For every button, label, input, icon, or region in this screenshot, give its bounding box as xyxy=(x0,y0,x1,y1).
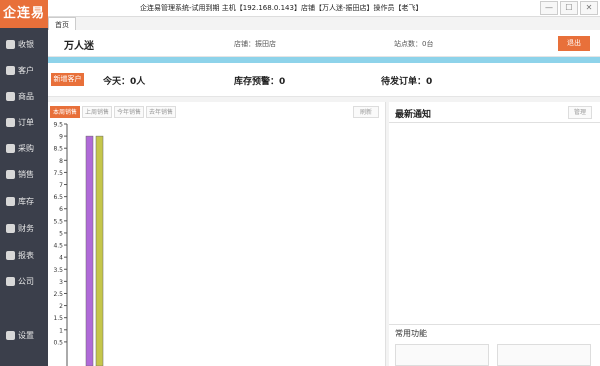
inventory-icon xyxy=(6,196,15,206)
maximize-icon[interactable]: ☐ xyxy=(560,1,578,15)
period-buttons: 本周销售 上周销售 今年销售 去年销售 xyxy=(50,106,177,118)
notice-title: 最新通知 xyxy=(395,110,432,120)
sidebar-item-label: 收银 xyxy=(18,39,34,49)
y-tick-label: 6 xyxy=(59,206,63,213)
notice-divider xyxy=(389,122,600,123)
sidebar-item-label: 商品 xyxy=(18,91,34,101)
app-window: 企连易管理系统-试用到期 主机【192.168.0.143】店铺【万人迷-振田店… xyxy=(0,0,600,366)
sidebar-item-sales[interactable]: 销售 xyxy=(0,164,48,184)
sidebar-item-finance[interactable]: 财务 xyxy=(0,218,48,238)
y-tick-label: 9 xyxy=(59,134,63,141)
sidebar-item-label: 客户 xyxy=(18,65,34,75)
functions-title: 常用功能 xyxy=(395,329,427,338)
this-week-button[interactable]: 本周销售 xyxy=(50,106,81,118)
sales-chart-panel: 本周销售 上周销售 今年销售 去年销售 刷新 9.5 9 8.5 8 7.5 7 6.5 6 5… xyxy=(48,102,386,366)
report-icon xyxy=(6,250,15,260)
refresh-button[interactable]: 刷新 xyxy=(353,106,379,118)
y-tick-label: 6.5 xyxy=(53,194,63,201)
exit-button[interactable]: 退出 xyxy=(558,36,590,51)
sidebar-item-inventory[interactable]: 库存 xyxy=(0,191,48,211)
y-tick-label: 8 xyxy=(59,158,63,165)
cashier-icon xyxy=(6,39,15,49)
y-tick-label: 8.5 xyxy=(53,146,63,153)
add-customer-button[interactable]: 新增客户 xyxy=(51,73,84,86)
company-icon xyxy=(6,276,15,286)
manage-button[interactable]: 管理 xyxy=(568,106,592,119)
sidebar-item-label: 公司 xyxy=(18,276,34,286)
order-icon xyxy=(6,117,15,127)
y-tick-label: 1.5 xyxy=(53,315,63,322)
y-tick-label: 3.5 xyxy=(53,267,63,274)
sales-bar-chart: 9.5 9 8.5 8 7.5 7 6.5 6 5.5 5 4.5 4 3.5 3 2.5 2 1.5 1 0.5 xyxy=(53,122,104,366)
sidebar-item-label: 订单 xyxy=(18,117,34,127)
window-controls: — ☐ ✕ xyxy=(540,1,598,15)
y-tick-label: 7.5 xyxy=(53,170,63,177)
pending-orders[interactable]: 待发订单：0 xyxy=(381,74,432,87)
finance-icon xyxy=(6,223,15,233)
cart-icon xyxy=(6,143,15,153)
sidebar-item-goods[interactable]: 商品 xyxy=(0,86,48,106)
y-tick-label: 4.5 xyxy=(53,243,63,250)
y-tick-label: 2.5 xyxy=(53,291,63,298)
today-customers: 今天：0人 xyxy=(103,77,146,87)
last-year-button[interactable]: 去年销售 xyxy=(146,106,177,118)
y-tick-label: 5 xyxy=(59,230,63,237)
y-tick-label: 1 xyxy=(59,327,63,334)
y-tick-label: 7 xyxy=(59,182,63,189)
tab-home[interactable]: 首页 xyxy=(48,17,76,30)
window-title: 企连易管理系统-试用到期 主机【192.168.0.143】店铺【万人迷-振田店… xyxy=(140,4,423,12)
sidebar-item-report[interactable]: 报表 xyxy=(0,245,48,265)
minimize-icon[interactable]: — xyxy=(540,1,558,15)
function-card[interactable] xyxy=(395,344,489,366)
sidebar-item-customer[interactable]: 客户 xyxy=(0,60,48,80)
sidebar-item-order[interactable]: 订单 xyxy=(0,112,48,132)
sidebar-item-label: 财务 xyxy=(18,223,34,233)
y-tick-label: 5.5 xyxy=(53,218,63,225)
sidebar-item-label: 设置 xyxy=(18,330,34,340)
y-tick-label: 0.5 xyxy=(53,339,63,346)
last-week-button[interactable]: 上周销售 xyxy=(82,106,113,118)
store-header: 万人迷 店铺：振田店 站点数：0台 退出 xyxy=(48,30,600,57)
chart-bar xyxy=(95,135,104,366)
company-name: 万人迷 xyxy=(64,41,94,52)
stats-row: 新增客户 今天：0人 库存预警：0 待发订单：0 xyxy=(48,63,600,97)
goods-icon xyxy=(6,91,15,101)
y-tick-label: 2 xyxy=(59,303,63,310)
sidebar-item-settings[interactable]: 设置 xyxy=(0,325,48,345)
sidebar: 企连易 收银 客户 商品 订单 采购 销售 库存 财务 报表 公司 设置 xyxy=(0,0,48,366)
title-bar: 企连易管理系统-试用到期 主机【192.168.0.143】店铺【万人迷-振田店… xyxy=(0,0,600,17)
chart-bar xyxy=(85,135,94,366)
sales-icon xyxy=(6,169,15,179)
y-tick-label: 3 xyxy=(59,279,63,286)
notice-panel: 最新通知 管理 常用功能 xyxy=(389,102,600,366)
sidebar-item-purchase[interactable]: 采购 xyxy=(0,138,48,158)
customer-icon xyxy=(6,65,15,75)
functions-divider xyxy=(389,324,600,325)
sidebar-item-label: 销售 xyxy=(18,169,34,179)
close-icon[interactable]: ✕ xyxy=(580,1,598,15)
y-tick-label: 4 xyxy=(59,255,63,262)
stock-warning[interactable]: 库存预警：0 xyxy=(234,74,285,87)
sidebar-item-label: 库存 xyxy=(18,196,34,206)
app-logo: 企连易 xyxy=(0,0,48,28)
function-card[interactable] xyxy=(497,344,591,366)
sidebar-item-company[interactable]: 公司 xyxy=(0,271,48,291)
tab-bar: 首页 xyxy=(48,17,76,30)
site-count: 站点数：0台 xyxy=(394,40,434,48)
sidebar-item-label: 报表 xyxy=(18,250,34,260)
this-year-button[interactable]: 今年销售 xyxy=(114,106,145,118)
gear-icon xyxy=(6,330,15,340)
store-name: 店铺：振田店 xyxy=(234,40,276,48)
sidebar-item-cashier[interactable]: 收银 xyxy=(0,34,48,54)
sidebar-item-label: 采购 xyxy=(18,143,34,153)
y-tick-label: 9.5 xyxy=(53,122,63,129)
